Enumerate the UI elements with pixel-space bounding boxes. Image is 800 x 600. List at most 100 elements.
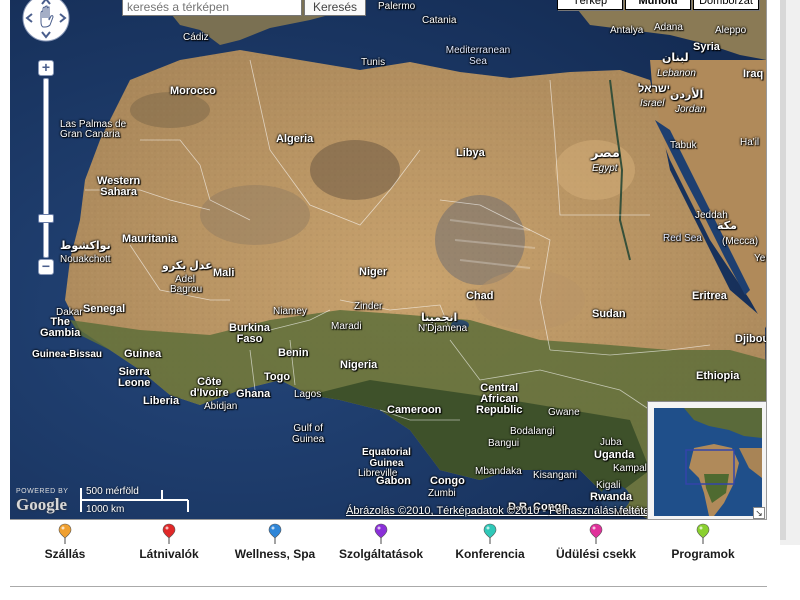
label-the-gambia: The Gambia bbox=[40, 317, 80, 339]
label-mediterranean: Mediterranean Sea bbox=[438, 45, 518, 67]
label-gran-canaria: Gran Canaria bbox=[60, 129, 121, 140]
label-bangui: Bangui bbox=[488, 438, 520, 449]
label-bagrou: Bagrou bbox=[170, 284, 203, 295]
category-5[interactable]: Üdülési csekk bbox=[541, 522, 651, 561]
label-equatorial-guinea: Equatorial Guinea bbox=[362, 447, 411, 469]
zoom-in-button[interactable]: + bbox=[38, 60, 54, 76]
label-equatorial: Equatorial bbox=[362, 447, 411, 458]
label-cote-divoire: Côte d'Ivoire bbox=[190, 377, 229, 399]
label-mali: Mali bbox=[213, 267, 235, 279]
overview-map-image bbox=[654, 408, 762, 516]
label-sierra-leone: Sierra Leone bbox=[118, 367, 150, 389]
label-eritrea: Eritrea bbox=[692, 290, 727, 302]
label-sahara: Sahara bbox=[100, 186, 137, 198]
scale-metric: 1000 km bbox=[86, 504, 125, 515]
category-label: Konferencia bbox=[455, 547, 525, 561]
category-label: Látnivalók bbox=[139, 547, 199, 561]
label-yemen: Yemen bbox=[754, 253, 766, 264]
label-gabon: Gabon bbox=[376, 475, 411, 487]
label-egypt: Egypt bbox=[592, 163, 618, 174]
map-pin-icon bbox=[374, 523, 388, 544]
label-hail: Ha'il bbox=[740, 137, 760, 148]
divider bbox=[10, 586, 767, 587]
label-liberia: Liberia bbox=[143, 395, 180, 407]
category-label: Programok bbox=[671, 547, 735, 561]
label-makkah: (Mecca) bbox=[722, 236, 759, 247]
label-congo: Congo bbox=[430, 475, 465, 487]
label-gulf-of-guinea: Gulf of Guinea bbox=[292, 423, 324, 445]
maptype-satellite-button[interactable]: Műhold bbox=[625, 0, 691, 10]
label-chad: Chad bbox=[466, 290, 494, 302]
label-juba: Juba bbox=[600, 437, 622, 448]
label-egypt-native: مصر bbox=[591, 145, 620, 160]
google-logo[interactable]: POWERED BY Google bbox=[14, 488, 76, 518]
map-pin-icon bbox=[483, 523, 497, 544]
attribution-text: Ábrázolás ©2010, Térképadatok ©2010 - bbox=[346, 505, 550, 517]
label-niamey: Niamey bbox=[273, 306, 307, 317]
label-red-sea: Red Sea bbox=[663, 233, 702, 244]
label-senegal: Senegal bbox=[83, 303, 126, 315]
label-adana: Adana bbox=[654, 22, 683, 33]
label-mbandaka: Mbandaka bbox=[475, 466, 522, 477]
label-gulf: Gulf of bbox=[293, 423, 323, 434]
label-catania: Catania bbox=[422, 15, 457, 26]
label-jordan: Jordan bbox=[675, 104, 706, 115]
map-pin-icon bbox=[162, 523, 176, 544]
satellite-map[interactable]: Palermo Catania Cádiz Mediterranean Sea … bbox=[10, 0, 767, 520]
scrollbar-edge bbox=[780, 0, 786, 540]
maptype-map-button[interactable]: Térkép bbox=[557, 0, 623, 10]
label-nouakchott-native: نواكشوط bbox=[60, 240, 111, 252]
label-ndjamena: N'Djamena bbox=[418, 323, 468, 334]
category-2[interactable]: Wellness, Spa bbox=[220, 522, 330, 561]
category-label: Wellness, Spa bbox=[234, 547, 316, 561]
label-makkah-native: مكة bbox=[717, 220, 737, 232]
overview-toggle-icon[interactable]: ↘ bbox=[753, 507, 765, 519]
label-kisangani: Kisangani bbox=[533, 470, 577, 481]
map-pin-icon bbox=[58, 523, 72, 544]
label-maradi: Maradi bbox=[331, 321, 362, 332]
label-leone: Leone bbox=[118, 377, 151, 389]
label-guinea: Guinea bbox=[124, 348, 162, 360]
label-jordan-native: الأردن bbox=[670, 89, 704, 101]
label-republic: Republic bbox=[476, 404, 523, 416]
label-rwanda: Rwanda bbox=[590, 491, 633, 503]
label-mediterranean-1: Mediterranean bbox=[445, 45, 511, 56]
category-0[interactable]: Szállás bbox=[10, 522, 120, 561]
label-syria: Syria bbox=[693, 41, 720, 53]
scale-bar: 500 mérföld 1000 km bbox=[80, 486, 190, 516]
label-central-african-republic: Central African Republic bbox=[476, 383, 522, 416]
zoom-slider-thumb[interactable] bbox=[38, 214, 54, 223]
label-western-sahara: Western Sahara bbox=[97, 176, 140, 198]
label-zinder: Zinder bbox=[354, 301, 383, 312]
label-uganda: Uganda bbox=[594, 449, 635, 461]
category-6[interactable]: Programok bbox=[648, 522, 758, 561]
pan-control[interactable] bbox=[22, 0, 70, 42]
search-button[interactable]: Keresés bbox=[304, 0, 366, 16]
label-djibouti: Djibouti bbox=[735, 333, 766, 345]
label-divoire: d'Ivoire bbox=[190, 387, 229, 399]
label-zumbi: Zumbi bbox=[428, 488, 456, 499]
label-guinea-bissau: Guinea-Bissau bbox=[32, 349, 103, 360]
label-ethiopia: Ethiopia bbox=[696, 370, 740, 382]
category-4[interactable]: Konferencia bbox=[435, 522, 545, 561]
label-aleppo: Aleppo bbox=[715, 25, 747, 36]
label-burkina-faso: Burkina Faso bbox=[229, 323, 270, 345]
category-label: Szállás bbox=[44, 547, 86, 561]
label-adel-bagrou-native: عدل بكرو bbox=[162, 260, 213, 272]
search-input[interactable] bbox=[122, 0, 302, 16]
scrollbar-region bbox=[780, 0, 800, 545]
scale-imperial: 500 mérföld bbox=[86, 486, 139, 497]
label-antalya: Antalya bbox=[610, 25, 644, 36]
zoom-out-button[interactable]: − bbox=[38, 259, 54, 275]
label-benin: Benin bbox=[278, 347, 309, 359]
overview-map[interactable] bbox=[647, 401, 766, 519]
category-1[interactable]: Látnivalók bbox=[114, 522, 224, 561]
maptype-terrain-button[interactable]: Domborzat bbox=[693, 0, 759, 10]
zoom-slider-track[interactable] bbox=[43, 78, 49, 258]
label-morocco: Morocco bbox=[170, 85, 216, 97]
label-lebanon-native: لبنان bbox=[662, 52, 689, 64]
label-israel-native: ישראל bbox=[638, 83, 671, 95]
label-tabuk: Tabuk bbox=[670, 140, 697, 151]
label-togo: Togo bbox=[264, 371, 291, 383]
category-3[interactable]: Szolgáltatások bbox=[326, 522, 436, 561]
